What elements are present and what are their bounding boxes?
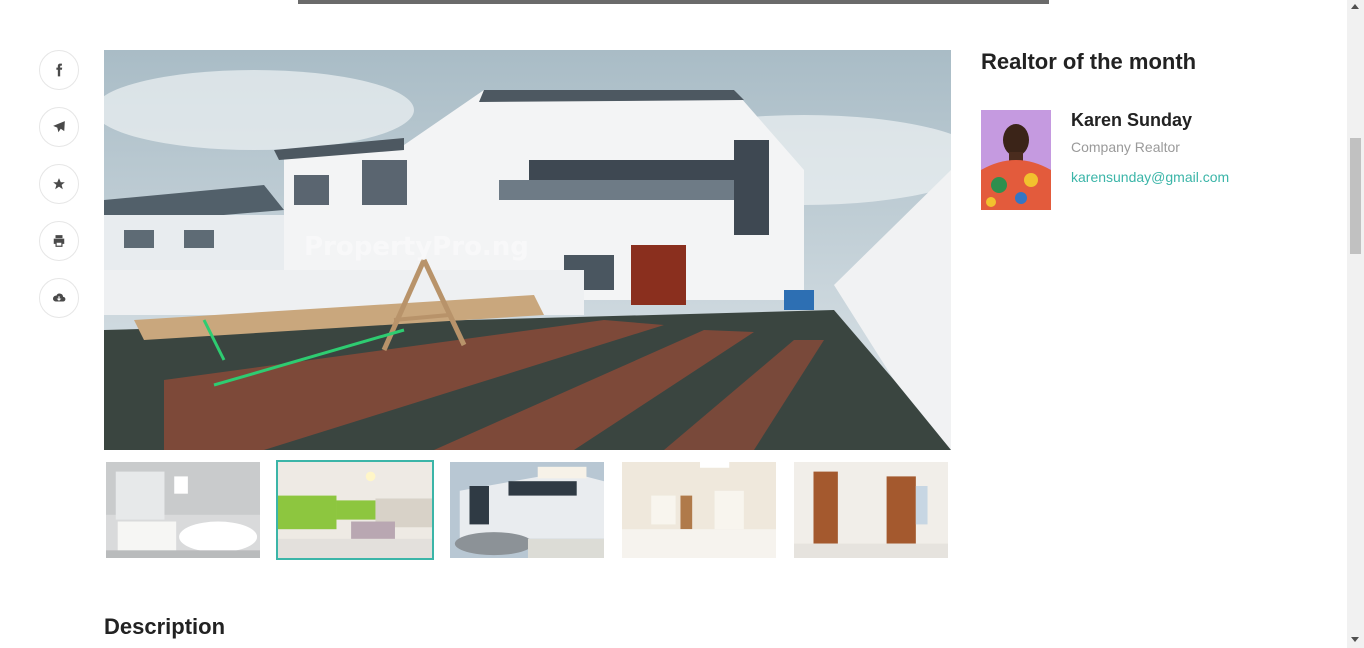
description-heading: Description [104, 614, 226, 639]
vertical-scrollbar[interactable] [1347, 0, 1364, 648]
thumbnail-4[interactable] [620, 460, 778, 560]
thumbnail-1[interactable] [104, 460, 262, 560]
share-rail [39, 50, 79, 335]
exterior-thumbnail-image [450, 462, 604, 558]
scrollbar-thumb[interactable] [1350, 138, 1361, 254]
facebook-share-button[interactable] [39, 50, 79, 90]
printer-icon [53, 235, 65, 247]
thumbnail-strip [104, 460, 952, 562]
star-icon [53, 178, 65, 190]
realtor-role: Company Realtor [1071, 139, 1180, 155]
cloud-download-icon [52, 293, 66, 302]
house-exterior-image: PropertyPro.ng [104, 50, 951, 450]
main-property-photo[interactable]: PropertyPro.ng [104, 50, 951, 450]
realtor-avatar[interactable] [981, 110, 1051, 210]
thumbnail-3[interactable] [448, 460, 606, 560]
paper-plane-icon [53, 121, 65, 133]
thumbnail-2[interactable] [276, 460, 434, 560]
facebook-icon [56, 63, 63, 77]
bathroom-thumbnail-image [106, 462, 260, 558]
scroll-up-arrow-icon[interactable] [1351, 4, 1359, 9]
realtor-photo [981, 110, 1051, 210]
thumbnail-5[interactable] [792, 460, 950, 560]
realtor-name[interactable]: Karen Sunday [1071, 110, 1192, 131]
print-button[interactable] [39, 221, 79, 261]
top-image-strip [298, 0, 1049, 4]
wardrobe-room-thumbnail-image [794, 462, 948, 558]
svg-text:PropertyPro.ng: PropertyPro.ng [304, 232, 529, 262]
send-share-button[interactable] [39, 107, 79, 147]
kitchen-thumbnail-image [278, 462, 432, 558]
realtor-email-link[interactable]: karensunday@gmail.com [1071, 169, 1229, 185]
scroll-down-arrow-icon[interactable] [1351, 637, 1359, 642]
favorite-button[interactable] [39, 164, 79, 204]
download-button[interactable] [39, 278, 79, 318]
realtor-of-month-title: Realtor of the month [981, 49, 1197, 74]
empty-room-thumbnail-image [622, 462, 776, 558]
